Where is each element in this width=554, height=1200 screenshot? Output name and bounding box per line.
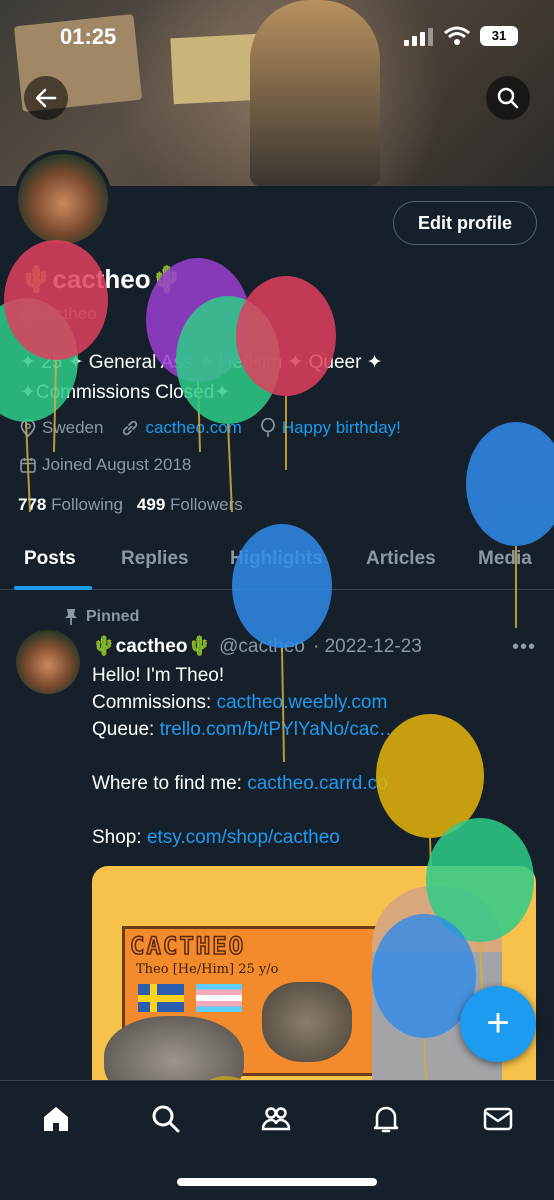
name-emoji: 🌵 (20, 264, 53, 294)
wifi-icon (444, 26, 470, 45)
active-tab-indicator (14, 586, 92, 590)
profile-tabs: Posts Replies Highlights Articles Media (0, 530, 554, 590)
tweet-text: Hello! I'm Theo! Commissions: cactheo.we… (92, 662, 532, 851)
following-label: Following (51, 495, 123, 514)
battery-icon: 31 (480, 26, 518, 46)
media-subtitle: Theo [He/Him] 25 y/o (136, 962, 279, 977)
compose-post-button[interactable]: + (460, 986, 536, 1062)
website-item[interactable]: cactheo.com (121, 418, 242, 438)
tweet-author-name[interactable]: 🌵cactheo🌵 (92, 634, 211, 658)
follow-counts: 778 Following 499 Followers (18, 495, 243, 515)
location-item: Sweden (20, 418, 103, 438)
search-icon[interactable] (150, 1103, 182, 1135)
edit-profile-button[interactable]: Edit profile (393, 201, 537, 245)
back-arrow-icon (35, 88, 57, 108)
cellular-signal-icon (404, 28, 433, 46)
trans-flag (196, 984, 242, 1012)
swedish-flag (138, 984, 184, 1012)
more-icon[interactable]: ••• (512, 636, 536, 659)
tweet-media-image[interactable]: CACTHEO Theo [He/Him] 25 y/o (92, 866, 536, 1096)
profile-meta: Sweden cactheo.com Happy birthday! (20, 418, 401, 438)
calendar-icon (20, 458, 36, 473)
pin-icon (65, 609, 77, 625)
tweet-line-1: Hello! I'm Theo! (92, 665, 225, 686)
tab-highlights[interactable]: Highlights (230, 548, 323, 570)
name-text: cactheo (52, 264, 151, 294)
queue-link[interactable]: trello.com/b/tPYlYaNo/cac… (160, 719, 398, 740)
tab-replies[interactable]: Replies (121, 548, 189, 570)
following-count: 778 (18, 495, 47, 514)
tweet-line-blank-2 (92, 797, 532, 824)
search-button[interactable] (486, 76, 530, 120)
tab-posts[interactable]: Posts (24, 548, 76, 570)
profile-avatar[interactable] (14, 150, 112, 248)
name-emoji-trailing: 🌵 (150, 264, 184, 294)
pinned-text: Pinned (86, 608, 140, 625)
website-link[interactable]: cactheo.com (145, 418, 241, 438)
cat-photo (262, 982, 352, 1062)
media-logo-text: CACTHEO (129, 931, 246, 961)
profile-display-name: 🌵cactheo🌵 (20, 264, 183, 295)
tweet-line-5: Shop: etsy.com/shop/cactheo (92, 827, 340, 848)
notifications-icon[interactable] (370, 1103, 402, 1135)
following-link[interactable]: 778 Following (18, 495, 123, 515)
communities-icon[interactable] (260, 1103, 292, 1135)
tweet-author-handle: @cactheo (219, 636, 305, 657)
bio-line-1: ✦ 25 ✦ General Ass ✦ He/Him ✦ Queer ✦ (20, 352, 383, 373)
profile-handle: @cactheo (20, 304, 97, 323)
tweet-line-2: Commissions: cactheo.weebly.com (92, 692, 388, 713)
status-bar: 01:25 31 (0, 0, 554, 70)
location-icon (20, 419, 36, 437)
messages-icon[interactable] (482, 1103, 514, 1135)
joined-date: Joined August 2018 (20, 455, 191, 475)
tweet-header: 🌵cactheo🌵 @cactheo · 2022-12-23 (92, 634, 422, 658)
home-indicator (177, 1178, 377, 1186)
tweet-line-3: Queue: trello.com/b/tPYlYaNo/cac… (92, 719, 398, 740)
balloon-icon (260, 418, 275, 437)
tweet-date: · 2022-12-23 (312, 636, 422, 657)
tab-articles[interactable]: Articles (366, 548, 436, 570)
followers-link[interactable]: 499 Followers (137, 495, 243, 515)
balloon-blue-right (466, 422, 554, 628)
birthday-item: Happy birthday! (260, 418, 401, 438)
tweet-line-4: Where to find me: cactheo.carrd.co (92, 773, 388, 794)
carrd-link[interactable]: cactheo.carrd.co (247, 773, 387, 794)
link-icon (123, 420, 138, 436)
pinned-label: Pinned (64, 608, 139, 626)
bio-line-2: ✦Commissions Closed✦ (20, 382, 231, 403)
commissions-link[interactable]: cactheo.weebly.com (217, 692, 388, 713)
search-icon (497, 87, 519, 109)
joined-text: Joined August 2018 (42, 455, 192, 474)
status-time: 01:25 (60, 24, 117, 49)
back-button[interactable] (24, 76, 68, 120)
tweet-avatar[interactable] (16, 630, 80, 694)
home-icon[interactable] (40, 1103, 72, 1135)
birthday-text[interactable]: Happy birthday! (282, 418, 401, 438)
followers-label: Followers (170, 495, 243, 514)
location-text: Sweden (42, 418, 104, 437)
tab-media[interactable]: Media (478, 548, 532, 570)
profile-bio: ✦ 25 ✦ General Ass ✦ He/Him ✦ Queer ✦ ✦C… (20, 348, 440, 408)
shop-link[interactable]: etsy.com/shop/cactheo (147, 827, 340, 848)
followers-count: 499 (136, 495, 166, 514)
